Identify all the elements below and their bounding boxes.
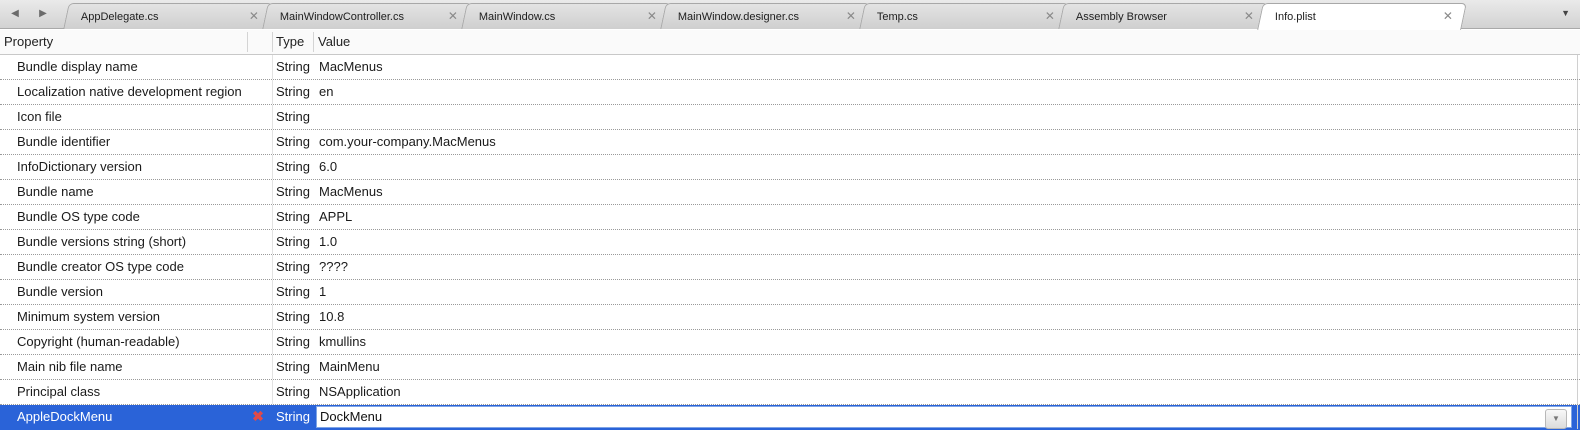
tab-label: Temp.cs [876, 11, 918, 23]
table-row[interactable]: Bundle name String MacMenus [0, 180, 1580, 205]
close-icon[interactable]: ✕ [1045, 9, 1055, 23]
property-cell[interactable]: Bundle name [17, 180, 94, 204]
value-cell[interactable]: 6.0 [319, 155, 337, 179]
type-cell[interactable]: String [276, 55, 310, 79]
table-row[interactable]: Bundle versions string (short) String 1.0 [0, 230, 1580, 255]
delete-icon[interactable]: ✖ [251, 409, 265, 423]
property-cell[interactable]: Bundle display name [17, 55, 138, 79]
property-cell[interactable]: Principal class [17, 380, 100, 404]
tab-mainwindow[interactable]: MainWindow.cs ✕ [461, 3, 671, 29]
table-row[interactable]: InfoDictionary version String 6.0 [0, 155, 1580, 180]
value-cell[interactable]: 10.8 [319, 305, 344, 329]
tab-mainwindowcontroller[interactable]: MainWindowController.cs ✕ [262, 3, 472, 29]
value-cell[interactable]: com.your-company.MacMenus [319, 130, 496, 154]
type-cell[interactable]: String [276, 255, 310, 279]
type-cell[interactable]: String [276, 380, 310, 404]
tab-mainwindow-designer[interactable]: MainWindow.designer.cs ✕ [660, 3, 870, 29]
table-row[interactable]: Localization native development region St… [0, 80, 1580, 105]
type-cell[interactable]: String [276, 205, 310, 229]
value-cell[interactable]: MainMenu [319, 355, 380, 379]
chevron-right-icon[interactable]: ▶ [30, 4, 56, 24]
value-cell[interactable]: 1.0 [319, 230, 337, 254]
value-cell[interactable]: NSApplication [319, 380, 401, 404]
value-cell[interactable]: en [319, 80, 333, 104]
property-cell[interactable]: Copyright (human-readable) [17, 330, 180, 354]
table-row[interactable]: Principal class String NSApplication [0, 380, 1580, 405]
type-cell[interactable]: String [276, 355, 310, 379]
value-cell[interactable]: MacMenus [319, 55, 383, 79]
table-row[interactable]: Bundle creator OS type code String???? [0, 255, 1580, 280]
plist-table-body: Bundle display name String MacMenus Locali… [0, 55, 1580, 430]
value-cell[interactable]: APPL [319, 205, 352, 229]
property-cell[interactable]: Bundle OS type code [17, 205, 140, 229]
type-cell[interactable]: String [276, 105, 310, 129]
tab-label: MainWindowController.cs [279, 11, 405, 23]
value-edit-text: DockMenu [320, 409, 383, 424]
document-tab-bar: ◀ ▶ AppDelegate.cs ✕ MainWindowController… [0, 0, 1580, 30]
column-header-property[interactable]: Property [4, 30, 53, 54]
property-cell[interactable]: Bundle creator OS type code [17, 255, 184, 279]
column-divider[interactable] [247, 32, 248, 52]
table-row[interactable]: Bundle version String 1 [0, 280, 1580, 305]
property-cell[interactable]: Bundle versions string (short) [17, 230, 186, 254]
close-icon[interactable]: ✕ [647, 9, 657, 23]
type-cell[interactable]: String [276, 80, 310, 104]
property-cell[interactable]: Icon file [17, 105, 62, 129]
tab-label: Assembly Browser [1075, 11, 1167, 23]
tab-label: AppDelegate.cs [80, 11, 159, 23]
table-row[interactable]: Copyright (human-readable) String kmullins [0, 330, 1580, 355]
type-cell[interactable]: String [276, 280, 310, 304]
tab-assembly-browser[interactable]: Assembly Browser ✕ [1058, 3, 1268, 29]
table-row[interactable]: Main nib file name String MainMenu [0, 355, 1580, 380]
tab-info-plist[interactable]: Info.plist ✕ [1257, 3, 1467, 30]
tab-label: MainWindow.cs [478, 11, 556, 23]
column-header-type[interactable]: Type [276, 30, 304, 54]
table-row[interactable]: Bundle OS type code String APPL [0, 205, 1580, 230]
value-cell[interactable]: 1 [319, 280, 326, 304]
type-cell[interactable]: String [276, 180, 310, 204]
table-row[interactable]: Bundle display name String MacMenus [0, 55, 1580, 80]
type-cell[interactable]: String [276, 155, 310, 179]
tab-temp[interactable]: Temp.cs ✕ [859, 3, 1069, 29]
tab-label: Info.plist [1274, 11, 1316, 23]
column-header-value[interactable]: Value [318, 30, 350, 54]
close-icon[interactable]: ✕ [1443, 9, 1453, 23]
plist-column-header: Property Type Value [0, 30, 1580, 55]
table-row[interactable]: Icon file String [0, 105, 1580, 130]
type-cell[interactable]: String [276, 130, 310, 154]
value-cell[interactable]: kmullins [319, 330, 366, 354]
value-edit-field[interactable]: DockMenu ▼ [316, 406, 1572, 429]
table-row[interactable]: Bundle identifier String com.your-company.… [0, 130, 1580, 155]
property-cell[interactable]: Bundle identifier [17, 130, 110, 154]
table-row[interactable]: Minimum system version String 10.8 [0, 305, 1580, 330]
property-cell[interactable]: Minimum system version [17, 305, 160, 329]
chevron-left-icon[interactable]: ◀ [2, 4, 28, 24]
property-cell[interactable]: InfoDictionary version [17, 155, 142, 179]
property-cell[interactable]: AppleDockMenu [17, 405, 112, 429]
property-cell[interactable]: Main nib file name [17, 355, 123, 379]
close-icon[interactable]: ✕ [249, 9, 259, 23]
close-icon[interactable]: ✕ [1244, 9, 1254, 23]
tab-appdelegate[interactable]: AppDelegate.cs ✕ [63, 3, 273, 29]
column-divider[interactable] [272, 32, 273, 52]
type-cell[interactable]: String [276, 330, 310, 354]
type-cell[interactable]: String [276, 305, 310, 329]
property-cell[interactable]: Bundle version [17, 280, 103, 304]
table-row-selected[interactable]: AppleDockMenu ✖ String DockMenu ▼ [0, 405, 1580, 430]
tab-overflow-menu-icon[interactable]: ▼ [1561, 8, 1570, 18]
property-cell[interactable]: Localization native development region [17, 80, 242, 104]
close-icon[interactable]: ✕ [448, 9, 458, 23]
tab-label: MainWindow.designer.cs [677, 11, 799, 23]
type-cell[interactable]: String [276, 230, 310, 254]
chevron-down-icon[interactable]: ▼ [1545, 409, 1567, 429]
column-divider[interactable] [313, 32, 314, 52]
value-cell[interactable]: MacMenus [319, 180, 383, 204]
value-cell[interactable]: ???? [319, 255, 348, 279]
close-icon[interactable]: ✕ [846, 9, 856, 23]
type-cell[interactable]: String [276, 405, 310, 429]
